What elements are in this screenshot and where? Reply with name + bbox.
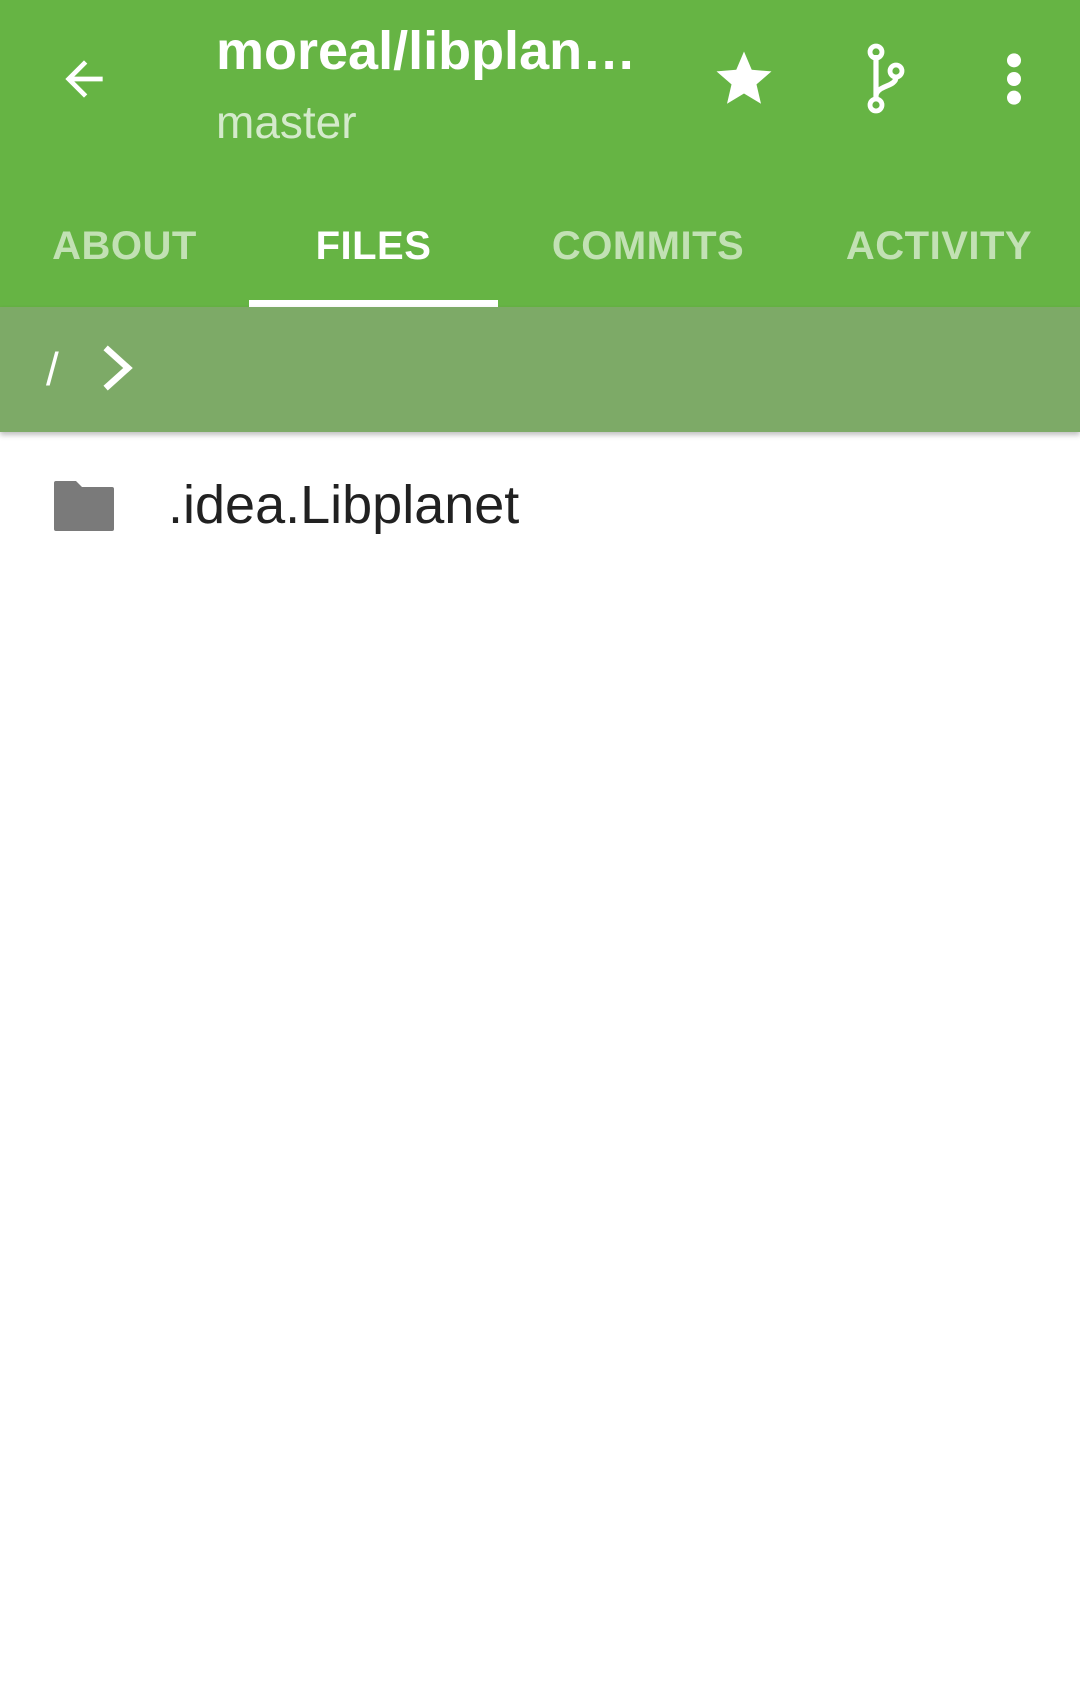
repo-title: moreal/libplan… xyxy=(216,21,637,81)
list-item[interactable]: .idea.Libplanet xyxy=(0,432,1080,582)
tab-bar: ABOUT FILES COMMITS ACTIVITY xyxy=(0,186,1080,307)
breadcrumb-root[interactable]: / xyxy=(46,341,59,397)
active-tab-indicator xyxy=(249,300,498,307)
app-bar: moreal/libplan… master ABOUT FILES COMMI… xyxy=(0,0,1080,307)
breadcrumb: / xyxy=(0,307,1080,432)
tab-commits[interactable]: COMMITS xyxy=(498,186,798,307)
file-list: .idea.Libplanet xyxy=(0,432,1080,582)
star-button[interactable] xyxy=(700,35,788,123)
git-branch-icon xyxy=(867,43,905,114)
tab-files[interactable]: FILES xyxy=(249,186,498,307)
tab-about[interactable]: ABOUT xyxy=(0,186,249,307)
more-options-button[interactable] xyxy=(970,35,1058,123)
star-icon xyxy=(716,51,772,104)
folder-icon xyxy=(54,481,114,531)
tab-activity[interactable]: ACTIVITY xyxy=(798,186,1080,307)
branch-button[interactable] xyxy=(842,35,930,123)
branch-subtitle: master xyxy=(216,96,357,148)
chevron-right-icon xyxy=(103,345,133,391)
arrow-left-icon xyxy=(65,60,103,98)
back-button[interactable] xyxy=(40,35,128,123)
more-vertical-icon xyxy=(1007,53,1021,105)
file-name: .idea.Libplanet xyxy=(168,475,520,535)
